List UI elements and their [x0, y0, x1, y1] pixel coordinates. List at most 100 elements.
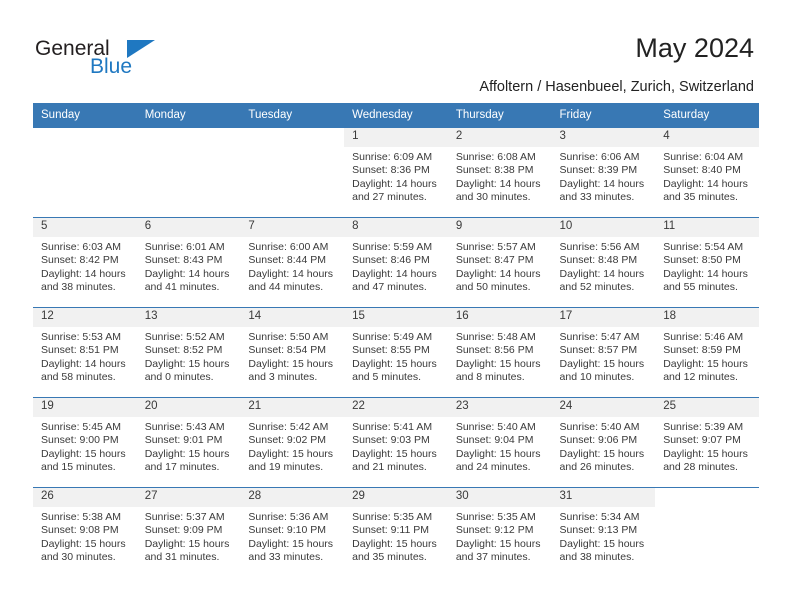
- calendar-day-cell[interactable]: 26 Sunrise: 5:38 AM Sunset: 9:08 PM Dayligh…: [33, 487, 137, 578]
- calendar-day-cell[interactable]: 14 Sunrise: 5:50 AM Sunset: 8:54 PM Dayligh…: [240, 307, 345, 398]
- calendar-day-cell[interactable]: 27 Sunrise: 5:37 AM Sunset: 9:09 PM Dayligh…: [136, 487, 241, 578]
- daylight-duration-line-1: Daylight: 14 hours: [144, 267, 230, 280]
- day-number: 24: [551, 398, 656, 417]
- sunrise-time: Sunrise: 5:40 AM: [455, 421, 536, 433]
- sunset-time: Sunset: 9:12 PM: [455, 524, 534, 537]
- calendar-container: Sunday Monday Tuesday Wednesday Thursday…: [33, 103, 759, 578]
- sunset-time: Sunset: 8:39 PM: [559, 164, 638, 177]
- day-number: 19: [33, 398, 137, 417]
- calendar-day-cell[interactable]: 22 Sunrise: 5:41 AM Sunset: 9:03 PM Dayligh…: [344, 397, 448, 488]
- sunset-time: Sunset: 8:38 PM: [455, 164, 534, 177]
- day-details: Sunrise: 5:35 AM Sunset: 9:11 PM Daylight:…: [344, 507, 448, 564]
- day-details: Sunrise: 6:09 AM Sunset: 8:36 PM Daylight:…: [344, 147, 448, 204]
- sunset-time: Sunset: 9:08 PM: [41, 524, 119, 537]
- sunset-time: Sunset: 8:47 PM: [455, 254, 534, 267]
- sunset-time: Sunset: 9:09 PM: [144, 524, 223, 537]
- sunset-time: Sunset: 8:44 PM: [248, 254, 327, 267]
- day-number: [240, 128, 345, 147]
- calendar-day-cell[interactable]: 2 Sunrise: 6:08 AM Sunset: 8:38 PM Daylight…: [447, 127, 552, 218]
- day-number: 17: [551, 308, 656, 327]
- weekday-header-wednesday: Wednesday: [344, 103, 448, 128]
- calendar-day-cell[interactable]: 18 Sunrise: 5:46 AM Sunset: 8:59 PM Dayligh…: [655, 307, 759, 398]
- calendar-day-cell[interactable]: 23 Sunrise: 5:40 AM Sunset: 9:04 PM Dayligh…: [447, 397, 552, 488]
- calendar-day-cell[interactable]: 28 Sunrise: 5:36 AM Sunset: 9:10 PM Dayligh…: [240, 487, 345, 578]
- calendar-table: Sunday Monday Tuesday Wednesday Thursday…: [33, 103, 759, 578]
- calendar-day-cell[interactable]: 15 Sunrise: 5:49 AM Sunset: 8:55 PM Dayligh…: [344, 307, 448, 398]
- daylight-duration-line-2: and 47 minutes.: [352, 280, 427, 293]
- sunrise-time: Sunrise: 6:04 AM: [663, 151, 744, 163]
- calendar-day-cell[interactable]: 3 Sunrise: 6:06 AM Sunset: 8:39 PM Daylight…: [551, 127, 656, 218]
- day-number: 29: [344, 488, 448, 507]
- calendar-header-row: Sunday Monday Tuesday Wednesday Thursday…: [33, 103, 759, 128]
- calendar-day-cell[interactable]: 20 Sunrise: 5:43 AM Sunset: 9:01 PM Dayligh…: [136, 397, 241, 488]
- sunset-time: Sunset: 8:48 PM: [559, 254, 638, 267]
- daylight-duration-line-2: and 27 minutes.: [352, 190, 427, 203]
- sunset-time: Sunset: 8:51 PM: [41, 344, 119, 357]
- sunset-time: Sunset: 8:46 PM: [352, 254, 430, 267]
- general-blue-logo[interactable]: General Blue: [35, 38, 235, 88]
- calendar-day-cell[interactable]: 13 Sunrise: 5:52 AM Sunset: 8:52 PM Dayligh…: [136, 307, 241, 398]
- calendar-day-cell[interactable]: 16 Sunrise: 5:48 AM Sunset: 8:56 PM Dayligh…: [447, 307, 552, 398]
- daylight-duration-line-1: Daylight: 14 hours: [352, 177, 437, 190]
- sunrise-time: Sunrise: 5:42 AM: [248, 421, 329, 433]
- sunrise-time: Sunrise: 5:48 AM: [455, 331, 536, 343]
- sunset-time: Sunset: 9:10 PM: [248, 524, 327, 537]
- calendar-day-cell[interactable]: 29 Sunrise: 5:35 AM Sunset: 9:11 PM Dayligh…: [344, 487, 448, 578]
- calendar-day-cell[interactable]: 5 Sunrise: 6:03 AM Sunset: 8:42 PM Daylight…: [33, 217, 137, 308]
- calendar-day-cell[interactable]: 24 Sunrise: 5:40 AM Sunset: 9:06 PM Dayligh…: [551, 397, 656, 488]
- daylight-duration-line-1: Daylight: 15 hours: [455, 447, 541, 460]
- sunset-time: Sunset: 9:13 PM: [559, 524, 638, 537]
- daylight-duration-line-1: Daylight: 15 hours: [455, 537, 541, 550]
- daylight-duration-line-1: Daylight: 15 hours: [352, 447, 437, 460]
- calendar-day-cell[interactable]: 11 Sunrise: 5:54 AM Sunset: 8:50 PM Dayligh…: [655, 217, 759, 308]
- sunset-time: Sunset: 9:01 PM: [144, 434, 223, 447]
- calendar-day-cell[interactable]: 19 Sunrise: 5:45 AM Sunset: 9:00 PM Dayligh…: [33, 397, 137, 488]
- day-details: Sunrise: 5:57 AM Sunset: 8:47 PM Daylight:…: [448, 237, 552, 294]
- daylight-duration-line-1: Daylight: 15 hours: [559, 537, 645, 550]
- day-details: Sunrise: 5:54 AM Sunset: 8:50 PM Daylight:…: [655, 237, 759, 294]
- calendar-day-cell[interactable]: 8 Sunrise: 5:59 AM Sunset: 8:46 PM Daylight…: [344, 217, 448, 308]
- day-details: Sunrise: 6:04 AM Sunset: 8:40 PM Daylight:…: [655, 147, 759, 204]
- page-header: General Blue May 2024 Affoltern / Hasenb…: [0, 0, 792, 103]
- sunrise-time: Sunrise: 5:54 AM: [663, 241, 744, 253]
- day-details: Sunrise: 6:01 AM Sunset: 8:43 PM Daylight:…: [137, 237, 241, 294]
- daylight-duration-line-2: and 30 minutes.: [41, 550, 116, 563]
- sunset-time: Sunset: 8:56 PM: [455, 344, 534, 357]
- calendar-day-cell[interactable]: 10 Sunrise: 5:56 AM Sunset: 8:48 PM Dayligh…: [551, 217, 656, 308]
- calendar-day-cell[interactable]: 6 Sunrise: 6:01 AM Sunset: 8:43 PM Daylight…: [136, 217, 241, 308]
- calendar-day-cell[interactable]: 17 Sunrise: 5:47 AM Sunset: 8:57 PM Dayligh…: [551, 307, 656, 398]
- calendar-day-cell[interactable]: 9 Sunrise: 5:57 AM Sunset: 8:47 PM Daylight…: [447, 217, 552, 308]
- day-number: 6: [136, 218, 241, 237]
- sunrise-time: Sunrise: 6:03 AM: [41, 241, 121, 253]
- sunset-time: Sunset: 8:43 PM: [144, 254, 223, 267]
- calendar-day-cell[interactable]: 21 Sunrise: 5:42 AM Sunset: 9:02 PM Dayligh…: [240, 397, 345, 488]
- daylight-duration-line-1: Daylight: 14 hours: [663, 267, 748, 280]
- day-details: Sunrise: 5:38 AM Sunset: 9:08 PM Daylight:…: [33, 507, 137, 564]
- page-subtitle: Affoltern / Hasenbueel, Zurich, Switzerl…: [479, 79, 754, 95]
- sunrise-time: Sunrise: 5:49 AM: [352, 331, 433, 343]
- calendar-day-cell[interactable]: 30 Sunrise: 5:35 AM Sunset: 9:12 PM Dayligh…: [447, 487, 552, 578]
- sunset-time: Sunset: 8:52 PM: [144, 344, 223, 357]
- page-title: May 2024: [635, 33, 754, 63]
- calendar-day-cell[interactable]: 12 Sunrise: 5:53 AM Sunset: 8:51 PM Dayligh…: [33, 307, 137, 398]
- day-details: Sunrise: 6:00 AM Sunset: 8:44 PM Daylight:…: [240, 237, 344, 294]
- daylight-duration-line-2: and 35 minutes.: [352, 550, 427, 563]
- daylight-duration-line-1: Daylight: 14 hours: [455, 267, 541, 280]
- sunrise-time: Sunrise: 5:36 AM: [248, 511, 329, 523]
- day-number: 22: [344, 398, 448, 417]
- calendar-day-cell[interactable]: 1 Sunrise: 6:09 AM Sunset: 8:36 PM Daylight…: [344, 127, 448, 218]
- daylight-duration-line-1: Daylight: 15 hours: [144, 537, 230, 550]
- calendar-day-cell[interactable]: 31 Sunrise: 5:34 AM Sunset: 9:13 PM Dayligh…: [551, 487, 656, 578]
- calendar-day-cell[interactable]: 7 Sunrise: 6:00 AM Sunset: 8:44 PM Daylight…: [240, 217, 345, 308]
- sunrise-time: Sunrise: 5:50 AM: [248, 331, 329, 343]
- day-details: Sunrise: 5:50 AM Sunset: 8:54 PM Daylight:…: [240, 327, 344, 384]
- day-details: Sunrise: 5:39 AM Sunset: 9:07 PM Daylight:…: [655, 417, 759, 474]
- day-details: Sunrise: 5:52 AM Sunset: 8:52 PM Daylight:…: [137, 327, 241, 384]
- daylight-duration-line-2: and 55 minutes.: [663, 280, 738, 293]
- calendar-day-cell[interactable]: 4 Sunrise: 6:04 AM Sunset: 8:40 PM Daylight…: [655, 127, 759, 218]
- daylight-duration-line-2: and 33 minutes.: [559, 190, 635, 203]
- day-details: Sunrise: 6:06 AM Sunset: 8:39 PM Daylight:…: [552, 147, 656, 204]
- calendar-day-cell[interactable]: 25 Sunrise: 5:39 AM Sunset: 9:07 PM Dayligh…: [655, 397, 759, 488]
- day-details: Sunrise: 5:36 AM Sunset: 9:10 PM Daylight:…: [240, 507, 344, 564]
- day-number: [33, 128, 137, 147]
